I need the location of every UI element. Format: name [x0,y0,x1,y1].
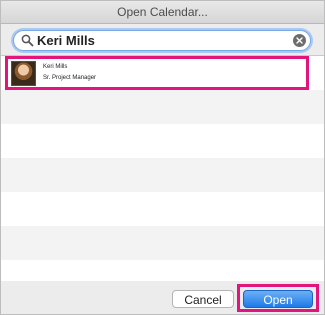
list-row-empty [1,226,324,260]
result-name: Keri Mills [43,64,68,70]
open-calendar-dialog: Open Calendar... Keri Mills Sr. Project … [0,0,325,315]
dialog-title: Open Calendar... [1,1,324,24]
list-row-empty [1,192,324,226]
list-row-empty [1,124,324,158]
list-row-empty [1,158,324,192]
clear-search-icon[interactable] [293,34,306,47]
search-icon [21,34,34,47]
result-job-title: Sr. Project Manager [43,75,97,81]
list-row-empty [1,90,324,124]
results-list: Keri Mills Sr. Project Manager [1,55,324,282]
open-button[interactable]: Open [243,290,313,308]
dialog-footer: Cancel Open [1,281,324,314]
result-item-keri-mills[interactable]: Keri Mills Sr. Project Manager [5,56,309,90]
list-row-empty [1,260,324,281]
search-field[interactable] [13,30,311,51]
search-input[interactable] [37,32,287,49]
avatar [11,61,36,86]
cancel-button[interactable]: Cancel [172,290,234,308]
